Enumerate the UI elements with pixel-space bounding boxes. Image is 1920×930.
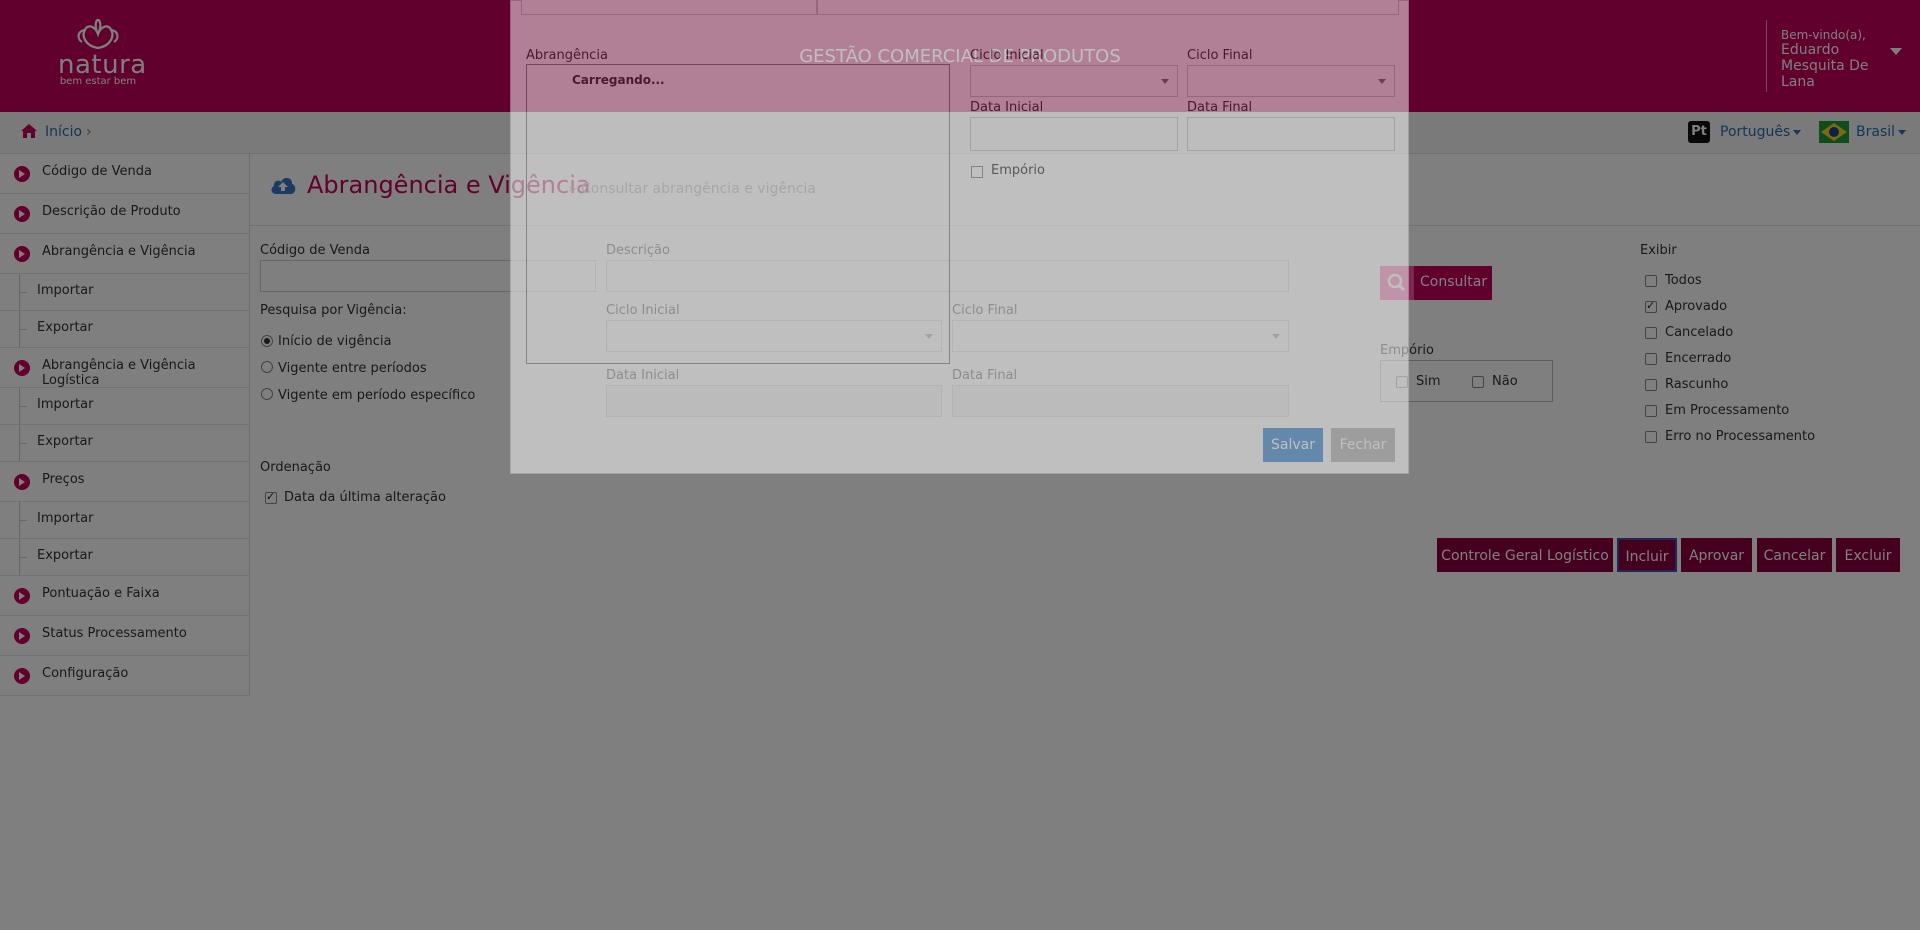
modal-ciclo-inicial-label: Ciclo Inicial <box>970 48 1044 63</box>
modal-top-input[interactable] <box>521 0 817 15</box>
modal-data-final-label: Data Final <box>1187 100 1253 115</box>
modal-dialog: Abrangência Carregando... Ciclo Inicial … <box>510 0 1409 474</box>
modal-top-input[interactable] <box>817 0 1399 15</box>
modal-save-button[interactable]: Salvar <box>1263 428 1323 462</box>
modal-ciclo-inicial-select[interactable] <box>970 65 1178 97</box>
modal-abrangencia-label: Abrangência <box>526 48 608 63</box>
modal-ciclo-final-select[interactable] <box>1187 65 1395 97</box>
modal-emporio-checkbox[interactable] <box>971 166 983 178</box>
modal-close-button[interactable]: Fechar <box>1331 428 1395 462</box>
loading-text: Carregando... <box>572 73 665 87</box>
modal-data-inicial-input[interactable] <box>970 117 1178 151</box>
modal-ciclo-final-label: Ciclo Final <box>1187 48 1253 63</box>
modal-abrangencia-tree[interactable]: Carregando... <box>526 64 950 364</box>
modal-emporio-label: Empório <box>991 163 1045 178</box>
modal-data-inicial-label: Data Inicial <box>970 100 1044 115</box>
modal-data-final-input[interactable] <box>1187 117 1395 151</box>
